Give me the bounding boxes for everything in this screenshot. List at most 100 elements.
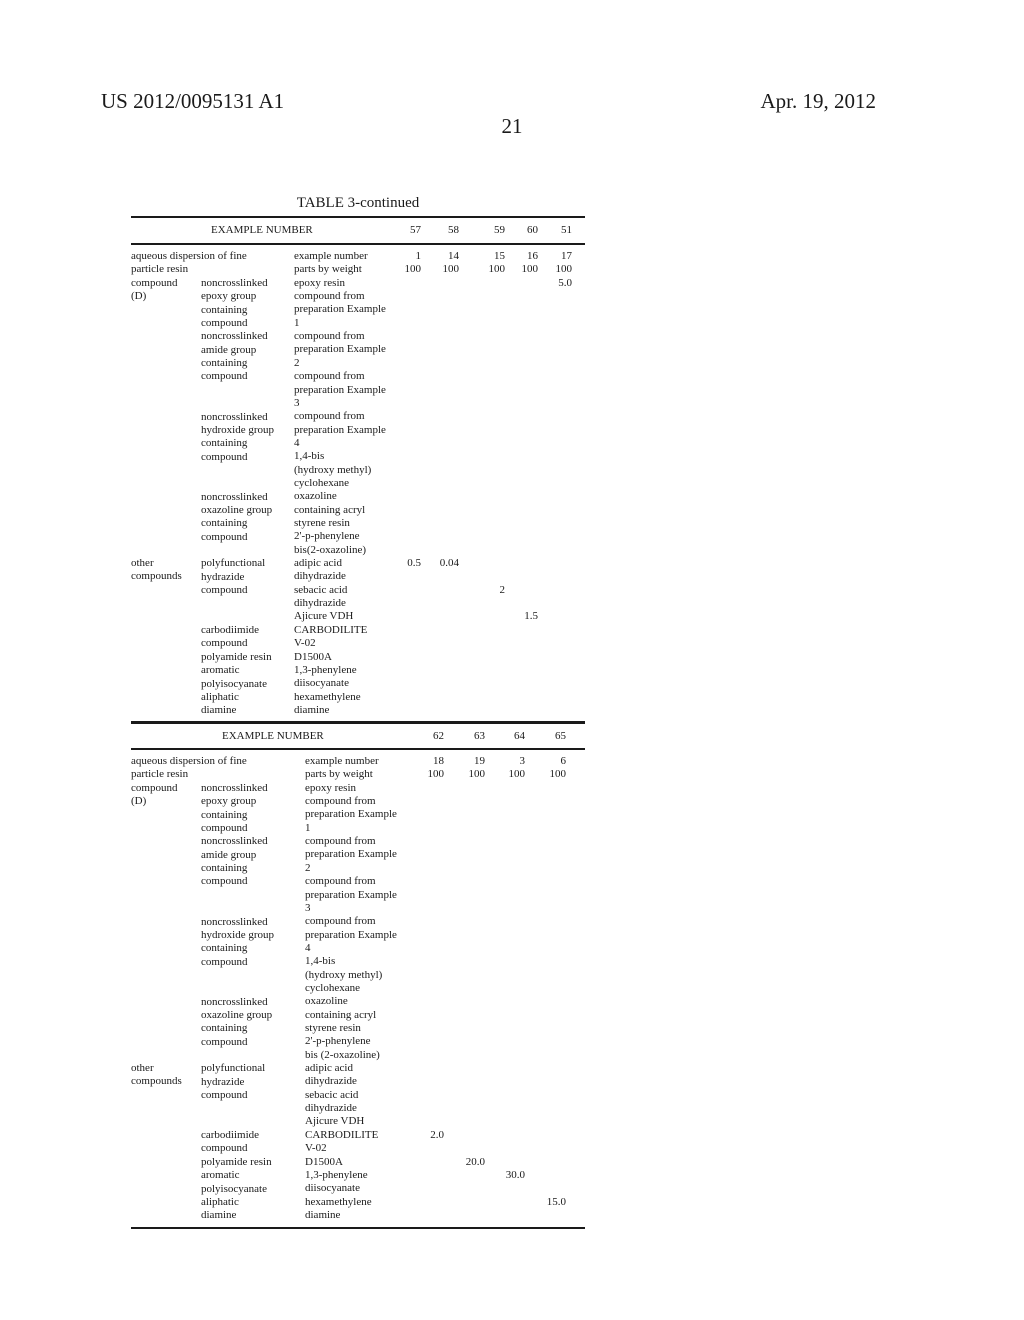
subcategory-label: compound — [201, 530, 248, 543]
compound-label: compound from — [305, 875, 376, 888]
compound-label: preparation Example — [305, 928, 397, 941]
header-bottom-rule — [131, 243, 585, 245]
compound-label: 1,4-bis — [294, 450, 325, 463]
category-label: other — [131, 557, 154, 570]
category-label: compounds — [131, 1075, 182, 1088]
example-column-header: 60 — [527, 224, 538, 236]
value-cell: 100 — [549, 768, 567, 781]
compound-label: diisocyanate — [294, 677, 349, 690]
value-cell: 0.5 — [407, 557, 421, 570]
value-cell: 15.0 — [546, 1195, 566, 1208]
compound-label: Ajicure VDH — [305, 1115, 365, 1128]
compound-label: oxazoline — [294, 490, 337, 503]
value-cell: 100 — [488, 263, 506, 276]
compound-label: preparation Example — [294, 423, 386, 436]
compound-label: 1,3-phenylene — [294, 663, 357, 676]
compound-label: compound from — [294, 370, 365, 383]
value-cell: 3 — [519, 755, 526, 767]
value-cell: 30.0 — [505, 1168, 525, 1181]
compound-label: 1,3-phenylene — [305, 1168, 368, 1181]
example-number-header: EXAMPLE NUMBER — [211, 224, 313, 236]
compound-label: CARBODILITE — [305, 1128, 379, 1141]
category-label: compounds — [131, 570, 182, 583]
header-bottom-rule-2 — [131, 748, 585, 750]
value-cell: 2 — [499, 583, 506, 596]
subcategory-label: aromatic — [201, 664, 240, 677]
patent-number: US 2012/0095131 A1 — [101, 89, 285, 113]
subcategory-label: carbodiimide — [201, 624, 260, 637]
example-column-header: 64 — [514, 730, 525, 742]
subcategory-label: polyisocyanate — [201, 677, 267, 690]
subcategory-label: amide group — [201, 848, 257, 861]
value-cell: 15 — [494, 250, 505, 262]
subcategory-label: oxazoline group — [201, 1008, 273, 1021]
compound-label: 3 — [294, 396, 300, 409]
compound-label: dihydrazide — [294, 570, 346, 583]
subcategory-label: compound — [201, 1089, 248, 1102]
example-column-header: 62 — [433, 730, 444, 742]
compound-label: preparation Example — [305, 808, 397, 821]
compound-label: oxazoline — [305, 995, 348, 1008]
subcategory-label: compound — [201, 317, 248, 330]
subcategory-label: containing — [201, 357, 248, 370]
value-cell: 0.04 — [439, 557, 459, 570]
subcategory-label: polyamide resin — [201, 650, 272, 663]
subcategory-label: containing — [201, 303, 248, 316]
compound-label: sebacic acid — [294, 583, 348, 596]
compound-label: epoxy resin — [305, 781, 357, 794]
subcategory-label: noncrosslinked — [201, 490, 268, 503]
subcategory-label: epoxy group — [201, 795, 257, 808]
compound-label: compound from — [305, 915, 376, 928]
subcategory-label: compound — [201, 637, 248, 650]
value-cell: 100 — [521, 263, 539, 276]
subcategory-label: hydrazide — [201, 1075, 245, 1088]
compound-label: preparation Example — [294, 383, 386, 396]
subcategory-label: noncrosslinked — [201, 995, 268, 1008]
example-column-header: 51 — [561, 224, 572, 236]
subcategory-label: containing — [201, 942, 248, 955]
value-cell: 1 — [415, 250, 422, 262]
value-cell: 16 — [527, 250, 538, 262]
page-number: 21 — [501, 114, 523, 138]
value-cell: 18 — [433, 755, 444, 767]
subcategory-label: polyfunctional — [201, 1062, 266, 1075]
subcategory-label: containing — [201, 862, 248, 875]
compound-label: cyclohexane — [305, 981, 360, 994]
compound-label: 2'-p-phenylene — [305, 1035, 371, 1048]
subcategory-label: noncrosslinked — [201, 277, 268, 289]
value-cell: 100 — [404, 263, 422, 276]
subcategory-label: containing — [201, 1022, 248, 1035]
compound-label: compound from — [294, 330, 365, 343]
compound-label: preparation Example — [294, 303, 386, 316]
subcategory-label: containing — [201, 437, 248, 450]
category-label: (D) — [131, 795, 147, 808]
subcategory-label: noncrosslinked — [201, 915, 268, 928]
subcategory-label: hydrazide — [201, 570, 245, 583]
subcategory-label: hydroxide group — [201, 928, 275, 941]
compound-label: diamine — [294, 703, 330, 716]
subcategory-label: aromatic — [201, 1169, 240, 1182]
subcategory-label: diamine — [201, 704, 237, 717]
category-label: other — [131, 1062, 154, 1075]
compound-label: parts by weight — [305, 768, 373, 781]
subcategory-label: epoxy group — [201, 290, 257, 303]
compound-label: sebacic acid — [305, 1088, 359, 1101]
compound-label: compound from — [305, 795, 376, 808]
subcategory-label: oxazoline group — [201, 503, 273, 516]
compound-label: diisocyanate — [305, 1182, 360, 1195]
value-cell: 6 — [560, 755, 567, 767]
example-number-header-2: EXAMPLE NUMBER — [222, 730, 324, 742]
subcategory-label: compound — [201, 450, 248, 463]
compound-label: dihydrazide — [294, 597, 346, 610]
compound-label: example number — [294, 250, 368, 262]
value-cell: 100 — [442, 263, 460, 276]
subcategory-label: noncrosslinked — [201, 410, 268, 423]
subcategory-label: noncrosslinked — [201, 782, 268, 794]
compound-label: compound from — [294, 410, 365, 423]
compound-label: Ajicure VDH — [294, 610, 354, 623]
subcategory-label: containing — [201, 517, 248, 530]
example-column-header: 63 — [474, 730, 485, 742]
example-column-header: 58 — [448, 224, 459, 236]
value-cell: 5.0 — [558, 276, 572, 289]
compound-label: hexamethylene — [305, 1195, 372, 1208]
